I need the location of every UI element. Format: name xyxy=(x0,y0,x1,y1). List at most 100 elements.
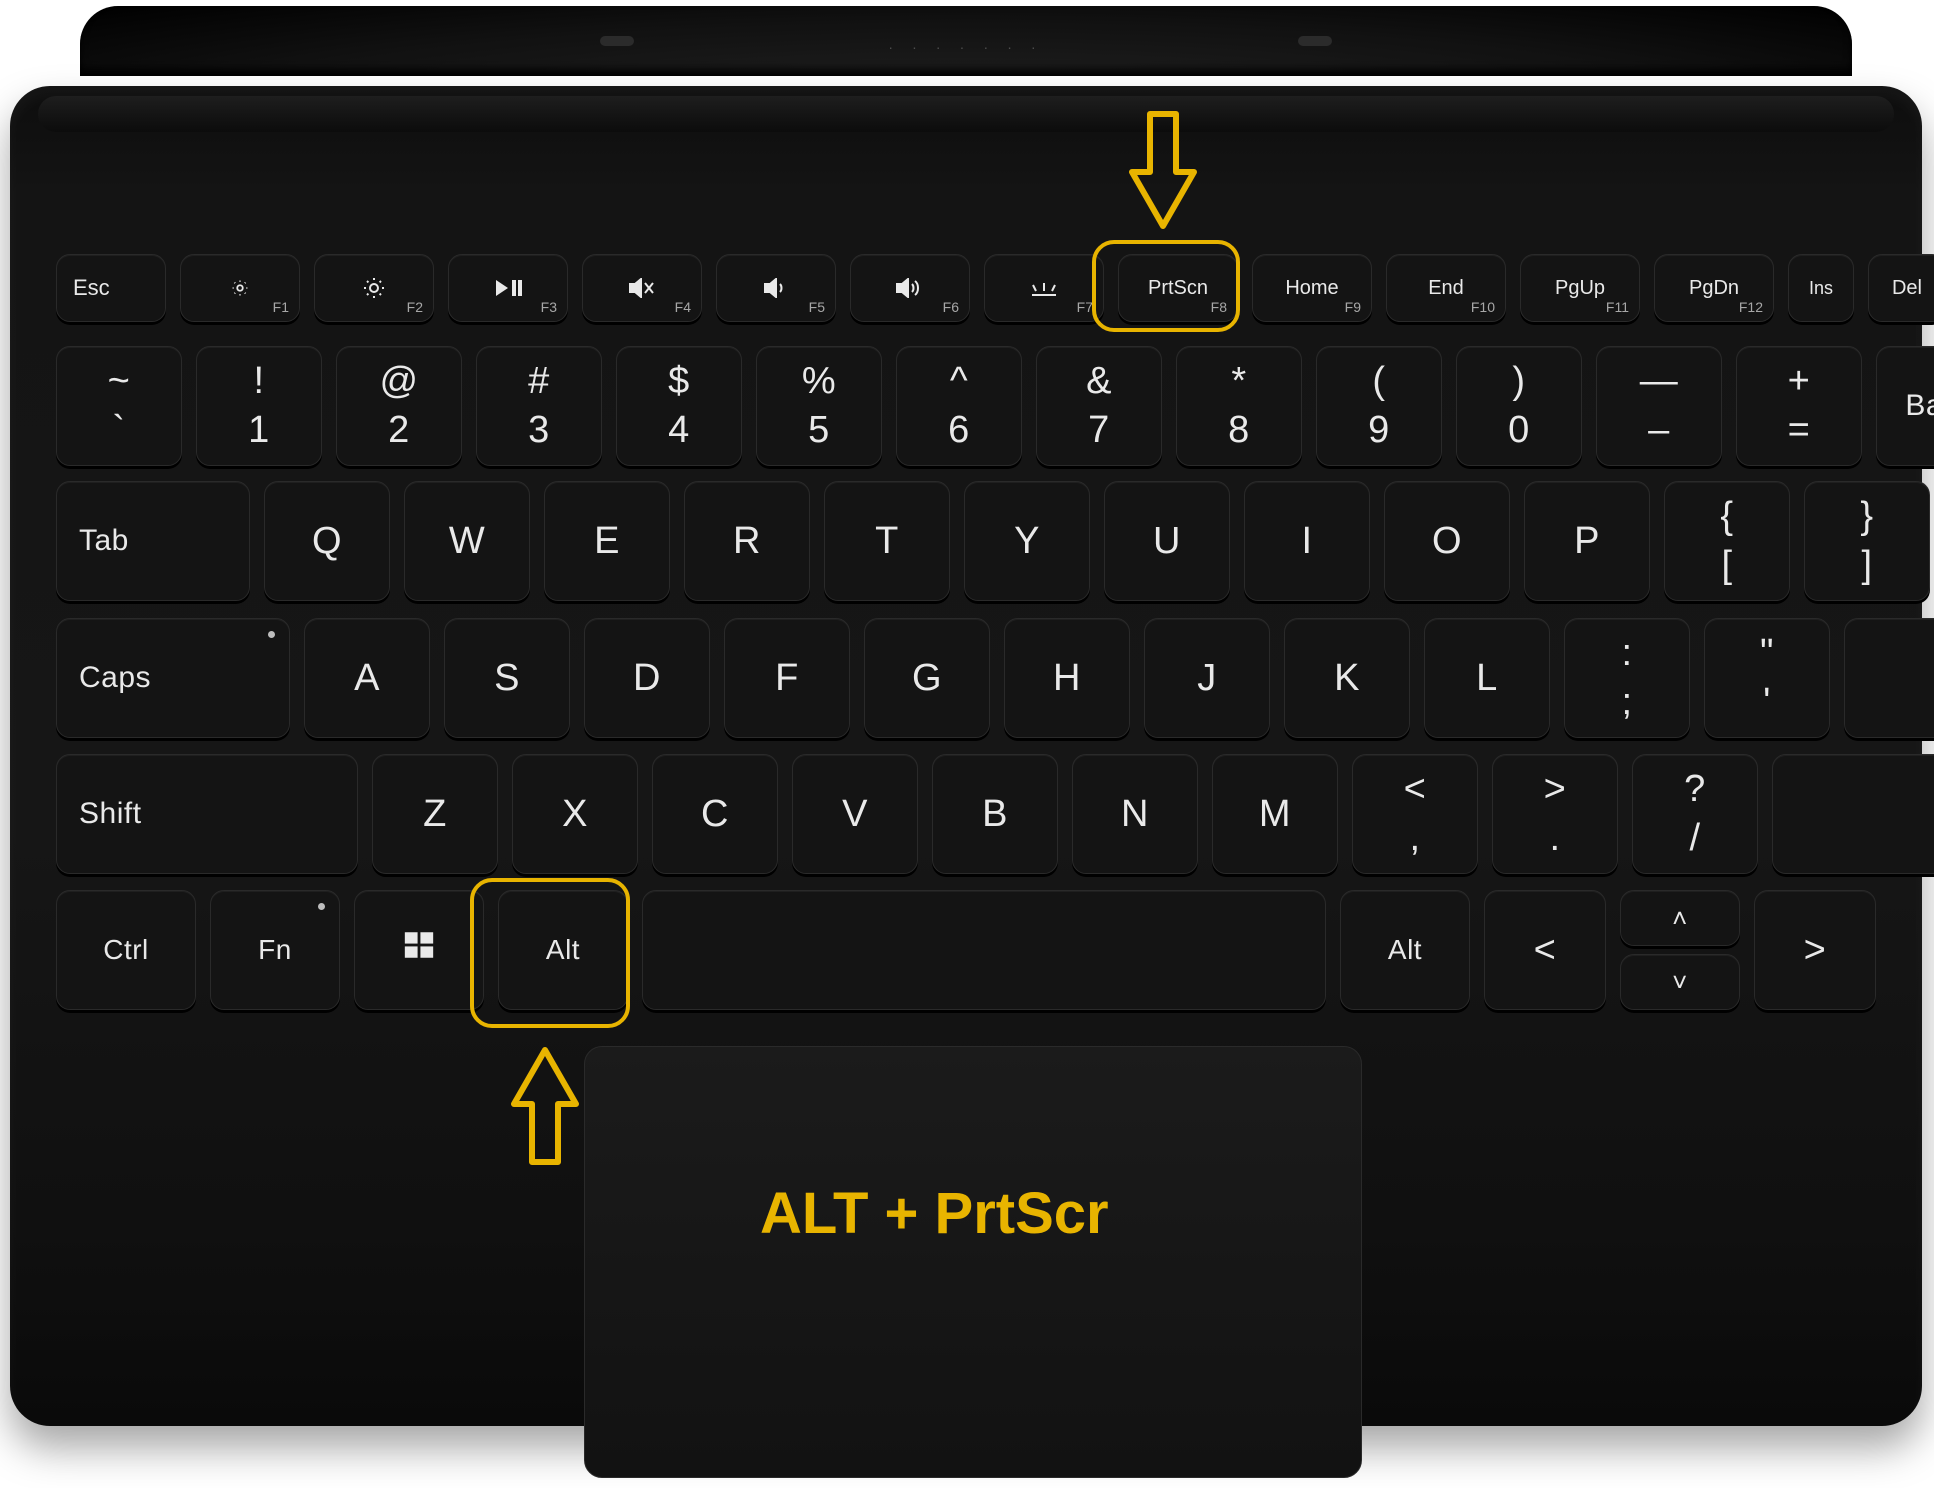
key-bottom: 0 xyxy=(1508,409,1530,452)
key-top: ? xyxy=(1684,768,1706,811)
key-arrow-right[interactable]: > xyxy=(1754,890,1876,1010)
mute-icon xyxy=(629,278,655,298)
row-numbers: ~ ` ! 1 @ 2 # 3 $ 4 % 5 ^ 6 & 7 xyxy=(56,346,1876,466)
key-enter[interactable]: Enter xyxy=(1844,618,1934,738)
key-5[interactable]: % 5 xyxy=(756,346,882,466)
key-i[interactable]: I xyxy=(1244,481,1370,601)
key-3[interactable]: # 3 xyxy=(476,346,602,466)
key-bottom: 4 xyxy=(668,409,690,452)
key-o[interactable]: O xyxy=(1384,481,1510,601)
key-n[interactable]: N xyxy=(1072,754,1198,874)
key-x[interactable]: X xyxy=(512,754,638,874)
key-bracket-r[interactable]: } ] xyxy=(1804,481,1930,601)
key-tab[interactable]: Tab xyxy=(56,481,250,601)
brightness-up-icon xyxy=(362,276,386,300)
key-windows[interactable] xyxy=(354,890,484,1010)
row-asdf: Caps A S D F G H J K L : ; " ' Enter xyxy=(56,618,1876,738)
key-shift-left[interactable]: Shift xyxy=(56,754,358,874)
key-0[interactable]: ) 0 xyxy=(1456,346,1582,466)
key-slash[interactable]: ? / xyxy=(1632,754,1758,874)
key-bottom: 6 xyxy=(948,409,970,452)
key-z[interactable]: Z xyxy=(372,754,498,874)
key-pgdn[interactable]: PgDn F12 xyxy=(1654,254,1774,322)
key-backspace[interactable]: Backspace xyxy=(1876,346,1934,466)
key-h[interactable]: H xyxy=(1004,618,1130,738)
key-arrow-up[interactable]: ˄ xyxy=(1620,890,1740,946)
key-dash[interactable]: — – xyxy=(1596,346,1722,466)
key-r[interactable]: R xyxy=(684,481,810,601)
key-7[interactable]: & 7 xyxy=(1036,346,1162,466)
key-bracket-l[interactable]: { [ xyxy=(1664,481,1790,601)
key-p[interactable]: P xyxy=(1524,481,1650,601)
key-a[interactable]: A xyxy=(304,618,430,738)
key-ctrl[interactable]: Ctrl xyxy=(56,890,196,1010)
key-shift-right[interactable]: Shift xyxy=(1772,754,1934,874)
key-top: ( xyxy=(1372,360,1385,403)
key-9[interactable]: ( 9 xyxy=(1316,346,1442,466)
deck-lip xyxy=(38,96,1894,132)
key-top: { xyxy=(1720,495,1733,538)
key-space[interactable] xyxy=(642,890,1326,1010)
key-sub: F5 xyxy=(809,299,825,315)
key-f6[interactable]: F6 xyxy=(850,254,970,322)
key-alt-left[interactable]: Alt xyxy=(498,890,628,1010)
key-1[interactable]: ! 1 xyxy=(196,346,322,466)
key-w[interactable]: W xyxy=(404,481,530,601)
key-f1[interactable]: F1 xyxy=(180,254,300,322)
key-arrow-left[interactable]: < xyxy=(1484,890,1606,1010)
key-alt-right[interactable]: Alt xyxy=(1340,890,1470,1010)
key-b[interactable]: B xyxy=(932,754,1058,874)
key-top: * xyxy=(1231,360,1246,403)
key-y[interactable]: Y xyxy=(964,481,1090,601)
key-8[interactable]: * 8 xyxy=(1176,346,1302,466)
key-4[interactable]: $ 4 xyxy=(616,346,742,466)
key-bottom: , xyxy=(1409,817,1420,860)
key-equals[interactable]: + = xyxy=(1736,346,1862,466)
key-label: Fn xyxy=(258,934,292,966)
key-l[interactable]: L xyxy=(1424,618,1550,738)
key-top: & xyxy=(1086,360,1112,403)
key-pgup[interactable]: PgUp F11 xyxy=(1520,254,1640,322)
key-s[interactable]: S xyxy=(444,618,570,738)
key-bottom: 2 xyxy=(388,409,410,452)
key-home[interactable]: Home F9 xyxy=(1252,254,1372,322)
key-label: Home xyxy=(1285,277,1338,300)
key-f5[interactable]: F5 xyxy=(716,254,836,322)
key-e[interactable]: E xyxy=(544,481,670,601)
key-esc[interactable]: Esc xyxy=(56,254,166,322)
key-del[interactable]: Del xyxy=(1868,254,1934,322)
key-m[interactable]: M xyxy=(1212,754,1338,874)
key-g[interactable]: G xyxy=(864,618,990,738)
key-arrow-down[interactable]: ˅ xyxy=(1620,954,1740,1010)
key-f2[interactable]: F2 xyxy=(314,254,434,322)
key-j[interactable]: J xyxy=(1144,618,1270,738)
key-comma[interactable]: < , xyxy=(1352,754,1478,874)
key-k[interactable]: K xyxy=(1284,618,1410,738)
key-f7[interactable]: F7 xyxy=(984,254,1104,322)
key-ins[interactable]: Ins xyxy=(1788,254,1854,322)
key-bottom: 5 xyxy=(808,409,830,452)
annotation-caption: ALT + PrtScr xyxy=(760,1180,1109,1247)
key-top: > xyxy=(1544,768,1567,811)
key-semicolon[interactable]: : ; xyxy=(1564,618,1690,738)
key-f[interactable]: F xyxy=(724,618,850,738)
key-2[interactable]: @ 2 xyxy=(336,346,462,466)
key-6[interactable]: ^ 6 xyxy=(896,346,1022,466)
key-f4[interactable]: F4 xyxy=(582,254,702,322)
key-period[interactable]: > . xyxy=(1492,754,1618,874)
key-q[interactable]: Q xyxy=(264,481,390,601)
key-u[interactable]: U xyxy=(1104,481,1230,601)
key-end[interactable]: End F10 xyxy=(1386,254,1506,322)
key-quote[interactable]: " ' xyxy=(1704,618,1830,738)
key-t[interactable]: T xyxy=(824,481,950,601)
key-prtscn[interactable]: PrtScn F8 xyxy=(1118,254,1238,322)
trackpad[interactable] xyxy=(584,1046,1362,1478)
key-fn[interactable]: Fn xyxy=(210,890,340,1010)
key-d[interactable]: D xyxy=(584,618,710,738)
key-v[interactable]: V xyxy=(792,754,918,874)
key-tilde[interactable]: ~ ` xyxy=(56,346,182,466)
key-caps[interactable]: Caps xyxy=(56,618,290,738)
key-f3[interactable]: F3 xyxy=(448,254,568,322)
key-c[interactable]: C xyxy=(652,754,778,874)
key-label: Caps xyxy=(79,661,151,695)
